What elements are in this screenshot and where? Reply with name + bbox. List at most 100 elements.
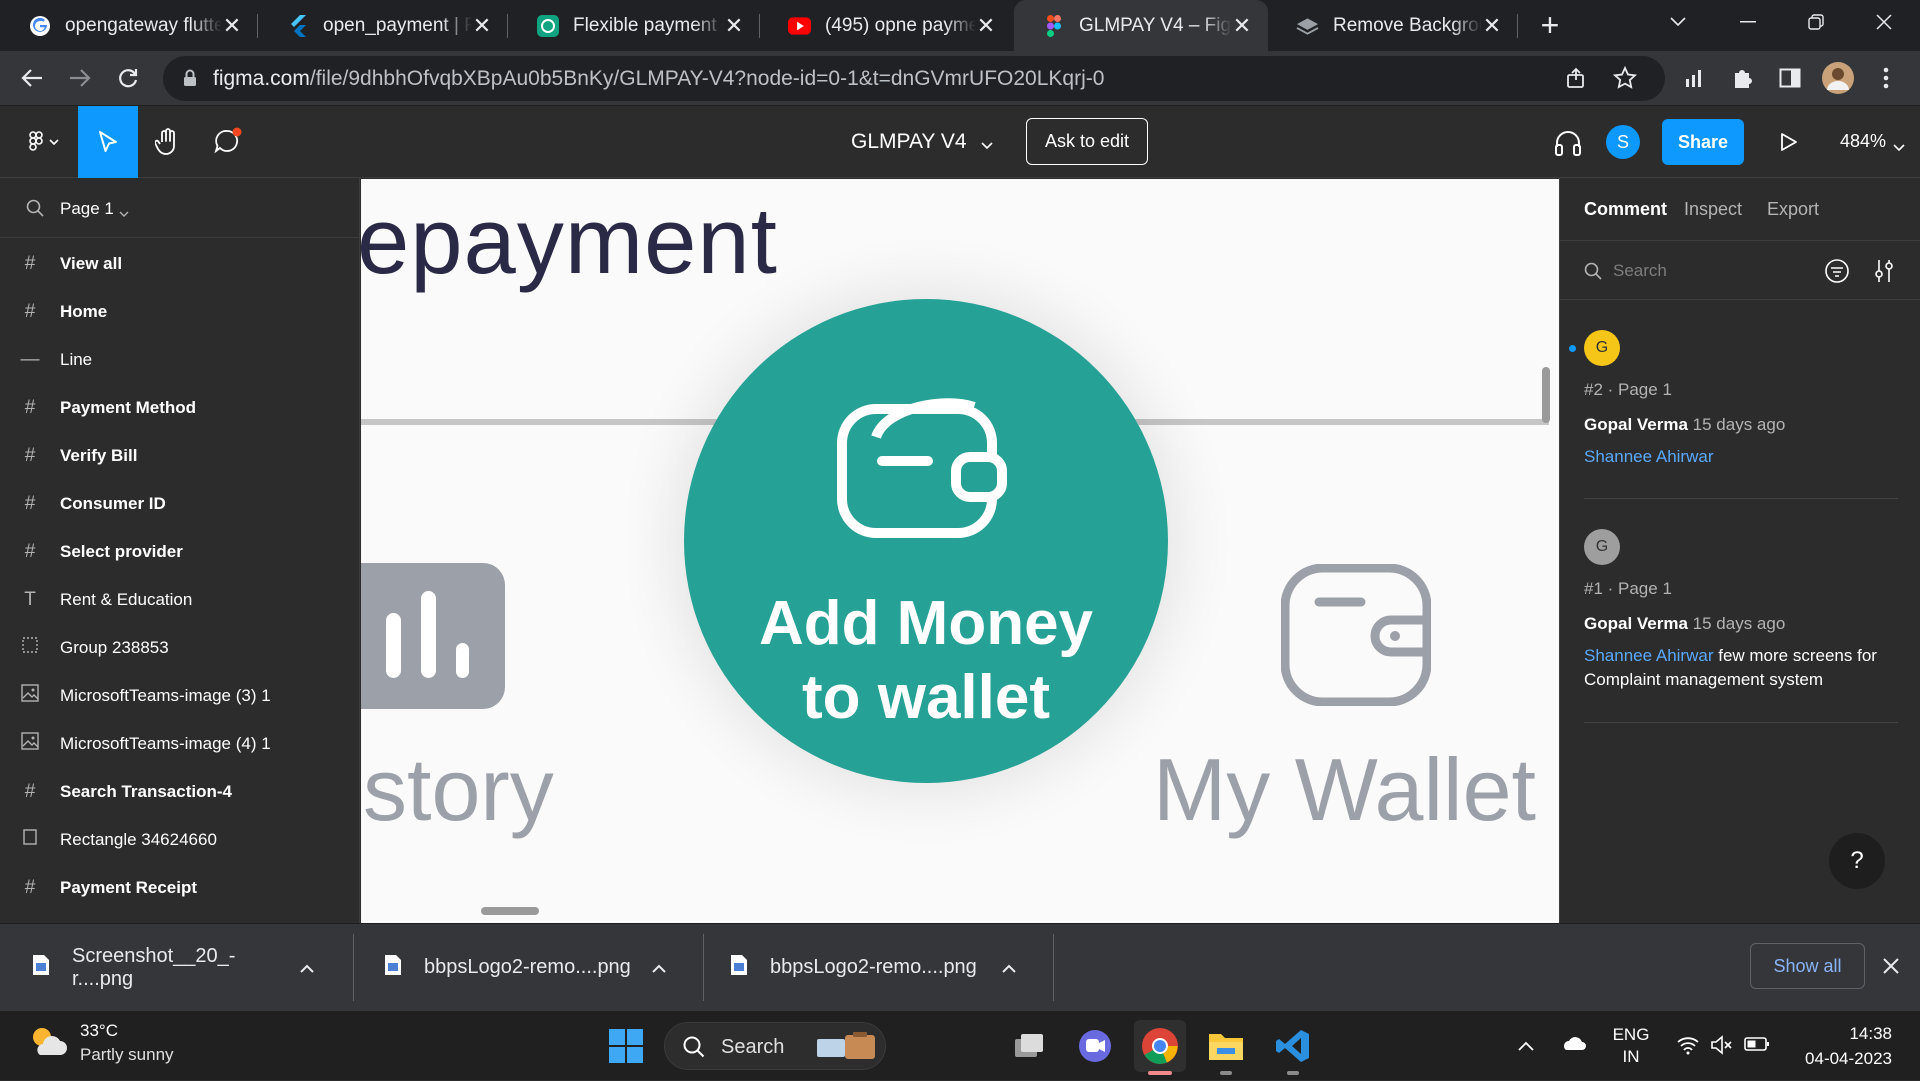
close-icon[interactable]: ✕ [1232,13,1252,39]
ask-to-edit-button[interactable]: Ask to edit [1026,118,1148,165]
tab-flexible-payment[interactable]: Flexible payment o ✕ [508,0,760,51]
windows-logo-icon [609,1029,643,1063]
side-panel-button[interactable] [1772,60,1808,96]
back-button[interactable] [14,60,50,96]
download-item[interactable]: bbpsLogo2-remo....png [354,924,704,1011]
close-icon[interactable]: ✕ [976,13,996,39]
layer-payment-method[interactable]: # Payment Method [0,384,360,432]
taskbar-app-teams[interactable] [1069,1020,1121,1072]
tab-figma-active[interactable]: GLMPAY V4 – Figma ✕ [1014,0,1268,51]
search-icon[interactable] [26,199,44,222]
close-icon[interactable]: ✕ [1482,13,1502,39]
volume-muted-icon[interactable] [1710,1035,1734,1060]
comment-mention[interactable]: Shannee Ahirwar [1584,447,1713,466]
extension-button[interactable] [1677,60,1713,96]
taskbar-app-vscode[interactable] [1267,1020,1319,1075]
audio-headphones-icon[interactable] [1553,129,1583,162]
taskbar-app-task-view[interactable] [1003,1020,1055,1072]
comment-tool[interactable] [198,106,258,178]
page-selector[interactable]: Page 1 [0,178,360,238]
help-button[interactable]: ? [1829,833,1885,889]
layer-label: Consumer ID [60,494,166,513]
move-tool[interactable] [78,106,138,178]
tab-opengateway[interactable]: opengateway flutte ✕ [0,0,258,51]
weather-widget[interactable]: 33°C Partly sunny [28,1021,174,1065]
minimize-button[interactable] [1716,0,1780,44]
taskbar-app-file-explorer[interactable] [1200,1020,1252,1075]
chevron-up-icon[interactable] [1002,956,1016,979]
hand-tool[interactable] [138,106,198,178]
download-item[interactable]: Screenshot__20_-r....png [0,924,354,1011]
close-icon[interactable]: ✕ [724,13,744,39]
settings-sliders-icon[interactable] [1874,258,1894,289]
taskbar-search[interactable]: Search [664,1022,886,1070]
zoom-level[interactable]: 484% [1840,131,1886,152]
comment-item[interactable]: G #2 · Page 1 Gopal Verma 15 days ago Sh… [1569,330,1898,469]
history-label: story [363,740,554,839]
tab-export[interactable]: Export [1767,199,1819,220]
file-name[interactable]: GLMPAY V4 [851,130,967,154]
layer-teams-image-4[interactable]: MicrosoftTeams-image (4) 1 [0,720,360,768]
close-icon[interactable] [1883,958,1899,979]
layer-search-transaction[interactable]: # Search Transaction-4 [0,768,360,816]
address-bar[interactable]: figma.com/file/9dhbhOfvqbXBpAu0b5BnKy/GL… [163,56,1665,101]
battery-icon[interactable] [1744,1036,1770,1057]
show-all-button[interactable]: Show all [1750,943,1865,989]
comment-search[interactable]: Search [1560,240,1920,300]
close-icon[interactable]: ✕ [472,13,492,39]
user-avatar[interactable]: S [1606,125,1640,159]
layer-payment-receipt[interactable]: # Payment Receipt [0,864,360,912]
present-play-icon[interactable] [1780,132,1798,157]
layer-view-all[interactable]: # View all [0,240,360,288]
onedrive-cloud-icon[interactable] [1560,1035,1586,1056]
youtube-icon [788,14,811,37]
start-button[interactable] [600,1020,652,1072]
windows-taskbar: 33°C Partly sunny Search ENG IN 14:38 04… [0,1010,1920,1080]
download-item[interactable]: bbpsLogo2-remo....png [704,924,1054,1011]
horizontal-scrollbar[interactable] [481,907,539,915]
share-button[interactable]: Share [1662,119,1744,165]
taskbar-app-chrome[interactable] [1134,1020,1186,1075]
tab-youtube[interactable]: (495) opne paymen ✕ [760,0,1012,51]
browser-menu-button[interactable] [1868,60,1904,96]
new-tab-button[interactable]: + [1532,8,1568,44]
wifi-icon[interactable] [1676,1035,1700,1060]
tab-comment[interactable]: Comment [1584,199,1667,220]
restore-button[interactable] [1784,0,1848,44]
file-menu-chevron-icon[interactable] [981,137,993,155]
tab-remove-background[interactable]: Remove Backgroun ✕ [1268,0,1518,51]
layer-group[interactable]: Group 238853 [0,624,360,672]
chevron-up-icon[interactable] [1518,1038,1534,1056]
comment-item[interactable]: G #1 · Page 1 Gopal Verma 15 days ago Sh… [1584,529,1898,692]
layer-line[interactable]: — Line [0,336,360,384]
puzzle-icon [1735,70,1752,88]
layer-select-provider[interactable]: # Select provider [0,528,360,576]
language-indicator[interactable]: ENG IN [1611,1024,1651,1068]
layer-rent-education[interactable]: T Rent & Education [0,576,360,624]
reload-button[interactable] [110,60,146,96]
figma-main-menu[interactable] [12,106,72,178]
layer-verify-bill[interactable]: # Verify Bill [0,432,360,480]
close-window-button[interactable] [1852,0,1916,44]
chevron-up-icon[interactable] [652,956,666,979]
close-icon[interactable]: ✕ [222,13,242,39]
share-page-icon[interactable] [1566,67,1588,94]
tab-inspect[interactable]: Inspect [1684,199,1742,220]
tab-open-payment[interactable]: open_payment | Flu ✕ [258,0,508,51]
clock[interactable]: 14:38 04-04-2023 [1788,1021,1892,1071]
layer-consumer-id[interactable]: # Consumer ID [0,480,360,528]
profile-button[interactable] [1820,60,1856,96]
tab-search-button[interactable] [1646,0,1710,44]
forward-button[interactable] [62,60,98,96]
comment-mention[interactable]: Shannee Ahirwar [1584,646,1713,665]
layer-home[interactable]: # Home [0,288,360,336]
layer-rectangle[interactable]: Rectangle 34624660 [0,816,360,864]
chevron-up-icon[interactable] [300,956,314,979]
vertical-scrollbar[interactable] [1542,367,1550,423]
zoom-chevron-icon[interactable] [1893,139,1905,157]
bookmark-star-icon[interactable] [1612,65,1638,95]
layer-teams-image-3[interactable]: MicrosoftTeams-image (3) 1 [0,672,360,720]
extensions-button[interactable] [1725,60,1761,96]
filter-icon[interactable] [1824,258,1850,289]
design-canvas[interactable]: epayment story My Wallet Add Money to wa… [361,179,1559,923]
